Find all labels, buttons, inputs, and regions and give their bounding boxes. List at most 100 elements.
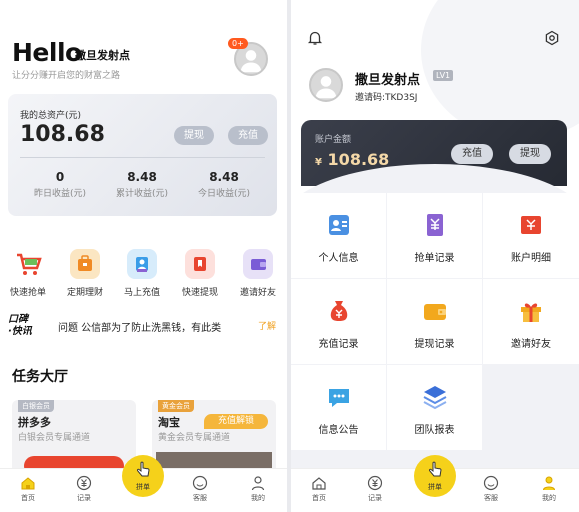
quick-action-recharge[interactable]: 马上充值	[114, 244, 170, 298]
menu-item-label: 抢单记录	[414, 253, 455, 264]
quick-action-label: 快速抢单	[9, 288, 46, 298]
menu-item-label: 个人信息	[318, 253, 359, 264]
menu-item-personal-info[interactable]: 个人信息	[291, 193, 386, 278]
menu-item-invite-friends[interactable]: 邀请好友	[483, 279, 579, 364]
home-icon	[312, 477, 326, 490]
tab-group-order[interactable]: 拼单	[414, 455, 456, 497]
tab-label: 拼单	[428, 483, 442, 491]
user-silhouette-icon	[315, 76, 337, 99]
wallet-icon	[421, 297, 449, 325]
tab-mine[interactable]: 我的	[529, 475, 569, 503]
quick-action-label: 快速提现	[181, 288, 218, 298]
bottom-tab-bar: 首页 记录 拼单 客服 我的	[0, 455, 287, 512]
level-badge: LV1	[433, 70, 454, 81]
tap-hand-icon	[136, 461, 150, 477]
tab-service[interactable]: 客服	[471, 475, 511, 503]
menu-item-order-records[interactable]: 抢单记录	[387, 193, 482, 278]
quick-action-label: 定期理财	[66, 288, 103, 298]
withdraw-button[interactable]: 提现	[174, 126, 214, 145]
yen-document-icon	[421, 211, 449, 239]
menu-item-label: 提现记录	[414, 339, 455, 350]
recharge-button[interactable]: 充值	[451, 144, 493, 164]
tab-records[interactable]: 记录	[64, 475, 104, 503]
ticker-text: 问题 公信部为了防止洗黑钱，有此类	[58, 323, 222, 334]
yen-ticket-icon	[517, 211, 545, 239]
stat-value: 8.48	[127, 170, 157, 184]
bell-icon[interactable]	[307, 30, 323, 46]
menu-item-label: 充值记录	[318, 339, 359, 350]
divider	[20, 157, 265, 158]
greeting-title: Hello	[12, 38, 82, 67]
smile-icon	[483, 475, 499, 491]
balance-value: ¥ 108.68	[315, 150, 389, 169]
ticker-more-link[interactable]: 了解	[258, 319, 276, 332]
quick-action-label: 马上充值	[123, 288, 160, 298]
total-assets-value: 108.68	[20, 122, 105, 147]
user-card-icon	[127, 249, 157, 279]
settings-icon[interactable]	[544, 30, 560, 46]
home-screen: Hello 撒旦发射点 让分分赚开启您的财富之路 0+ 我的总资产(元) 108…	[0, 0, 287, 512]
layers-icon	[421, 383, 449, 411]
username-label: 撒旦发射点	[75, 49, 130, 62]
tab-label: 记录	[368, 494, 382, 502]
stat-total: 8.48 累计收益(元)	[102, 170, 182, 199]
menu-item-label: 邀请好友	[511, 339, 551, 350]
balance-amount: 108.68	[327, 150, 390, 169]
tab-home[interactable]: 首页	[299, 475, 339, 503]
tab-group-order[interactable]: 拼单	[122, 455, 164, 497]
gift-icon	[517, 297, 545, 325]
yen-circle-icon	[367, 475, 383, 491]
menu-item-team-report[interactable]: 团队报表	[387, 365, 482, 450]
quick-action-invite[interactable]: 邀请好友	[230, 244, 286, 298]
invite-code: 邀请码:TKD3SJ	[355, 93, 418, 103]
recharge-button[interactable]: 充值	[228, 126, 268, 145]
balance-label: 账户金额	[315, 135, 352, 145]
ticker-logo-line: 口碑	[8, 314, 28, 325]
menu-item-announcements[interactable]: 信息公告	[291, 365, 386, 450]
tab-label: 我的	[542, 494, 556, 502]
tab-label: 客服	[484, 494, 498, 502]
person-icon	[543, 476, 555, 491]
profile-screen: 撒旦发射点 LV1 邀请码:TKD3SJ 账户金额 ¥ 108.68 充值 提现…	[291, 0, 579, 512]
tab-records[interactable]: 记录	[355, 475, 395, 503]
money-bag-icon	[325, 297, 353, 325]
tab-label: 首页	[312, 494, 326, 502]
quick-action-finance[interactable]: 定期理财	[57, 244, 113, 298]
task-desc: 黄金会员专属通道	[158, 433, 231, 443]
recharge-unlock-badge[interactable]: 充值解锁	[204, 414, 268, 429]
tab-label: 拼单	[136, 483, 150, 491]
notification-badge: 0+	[228, 38, 248, 49]
menu-item-account-details[interactable]: 账户明细	[483, 193, 579, 278]
menu-item-withdraw-records[interactable]: 提现记录	[387, 279, 482, 364]
member-tag: 白银会员	[18, 400, 54, 412]
wallet-icon	[243, 249, 273, 279]
smile-icon	[192, 475, 208, 491]
stat-value: 0	[55, 170, 65, 184]
shopping-cart-icon	[13, 249, 43, 279]
tab-label: 首页	[21, 494, 35, 502]
stat-value: 8.48	[209, 170, 239, 184]
tab-label: 客服	[193, 494, 207, 502]
quick-action-withdraw[interactable]: 快速提现	[172, 244, 228, 298]
quick-action-grab-order[interactable]: 快速抢单	[0, 244, 56, 298]
bottom-tab-bar: 首页 记录 拼单 客服 我的	[291, 455, 579, 512]
tab-mine[interactable]: 我的	[238, 475, 278, 503]
avatar[interactable]	[309, 68, 343, 102]
message-icon	[325, 383, 353, 411]
withdraw-button[interactable]: 提现	[509, 144, 551, 164]
task-hall-title: 任务大厅	[12, 369, 68, 385]
yen-circle-icon	[76, 475, 92, 491]
asset-card: 我的总资产(元) 108.68 提现 充值 0 昨日收益(元) 8.48 累计收…	[8, 94, 277, 216]
tab-home[interactable]: 首页	[8, 475, 48, 503]
task-name: 拼多多	[18, 416, 51, 429]
stat-yesterday: 0 昨日收益(元)	[20, 170, 100, 199]
menu-item-label: 团队报表	[414, 425, 455, 436]
tab-service[interactable]: 客服	[180, 475, 220, 503]
news-ticker[interactable]: 口碑 ·快讯 问题 公信部为了防止洗黑钱，有此类 了解	[8, 312, 287, 342]
ticker-logo: 口碑 ·快讯	[8, 314, 32, 338]
menu-item-label: 信息公告	[318, 425, 359, 436]
stat-label: 昨日收益(元)	[33, 189, 87, 199]
menu-item-recharge-records[interactable]: 充值记录	[291, 279, 386, 364]
task-desc: 白银会员专属通道	[18, 433, 91, 443]
tab-label: 记录	[77, 494, 91, 502]
